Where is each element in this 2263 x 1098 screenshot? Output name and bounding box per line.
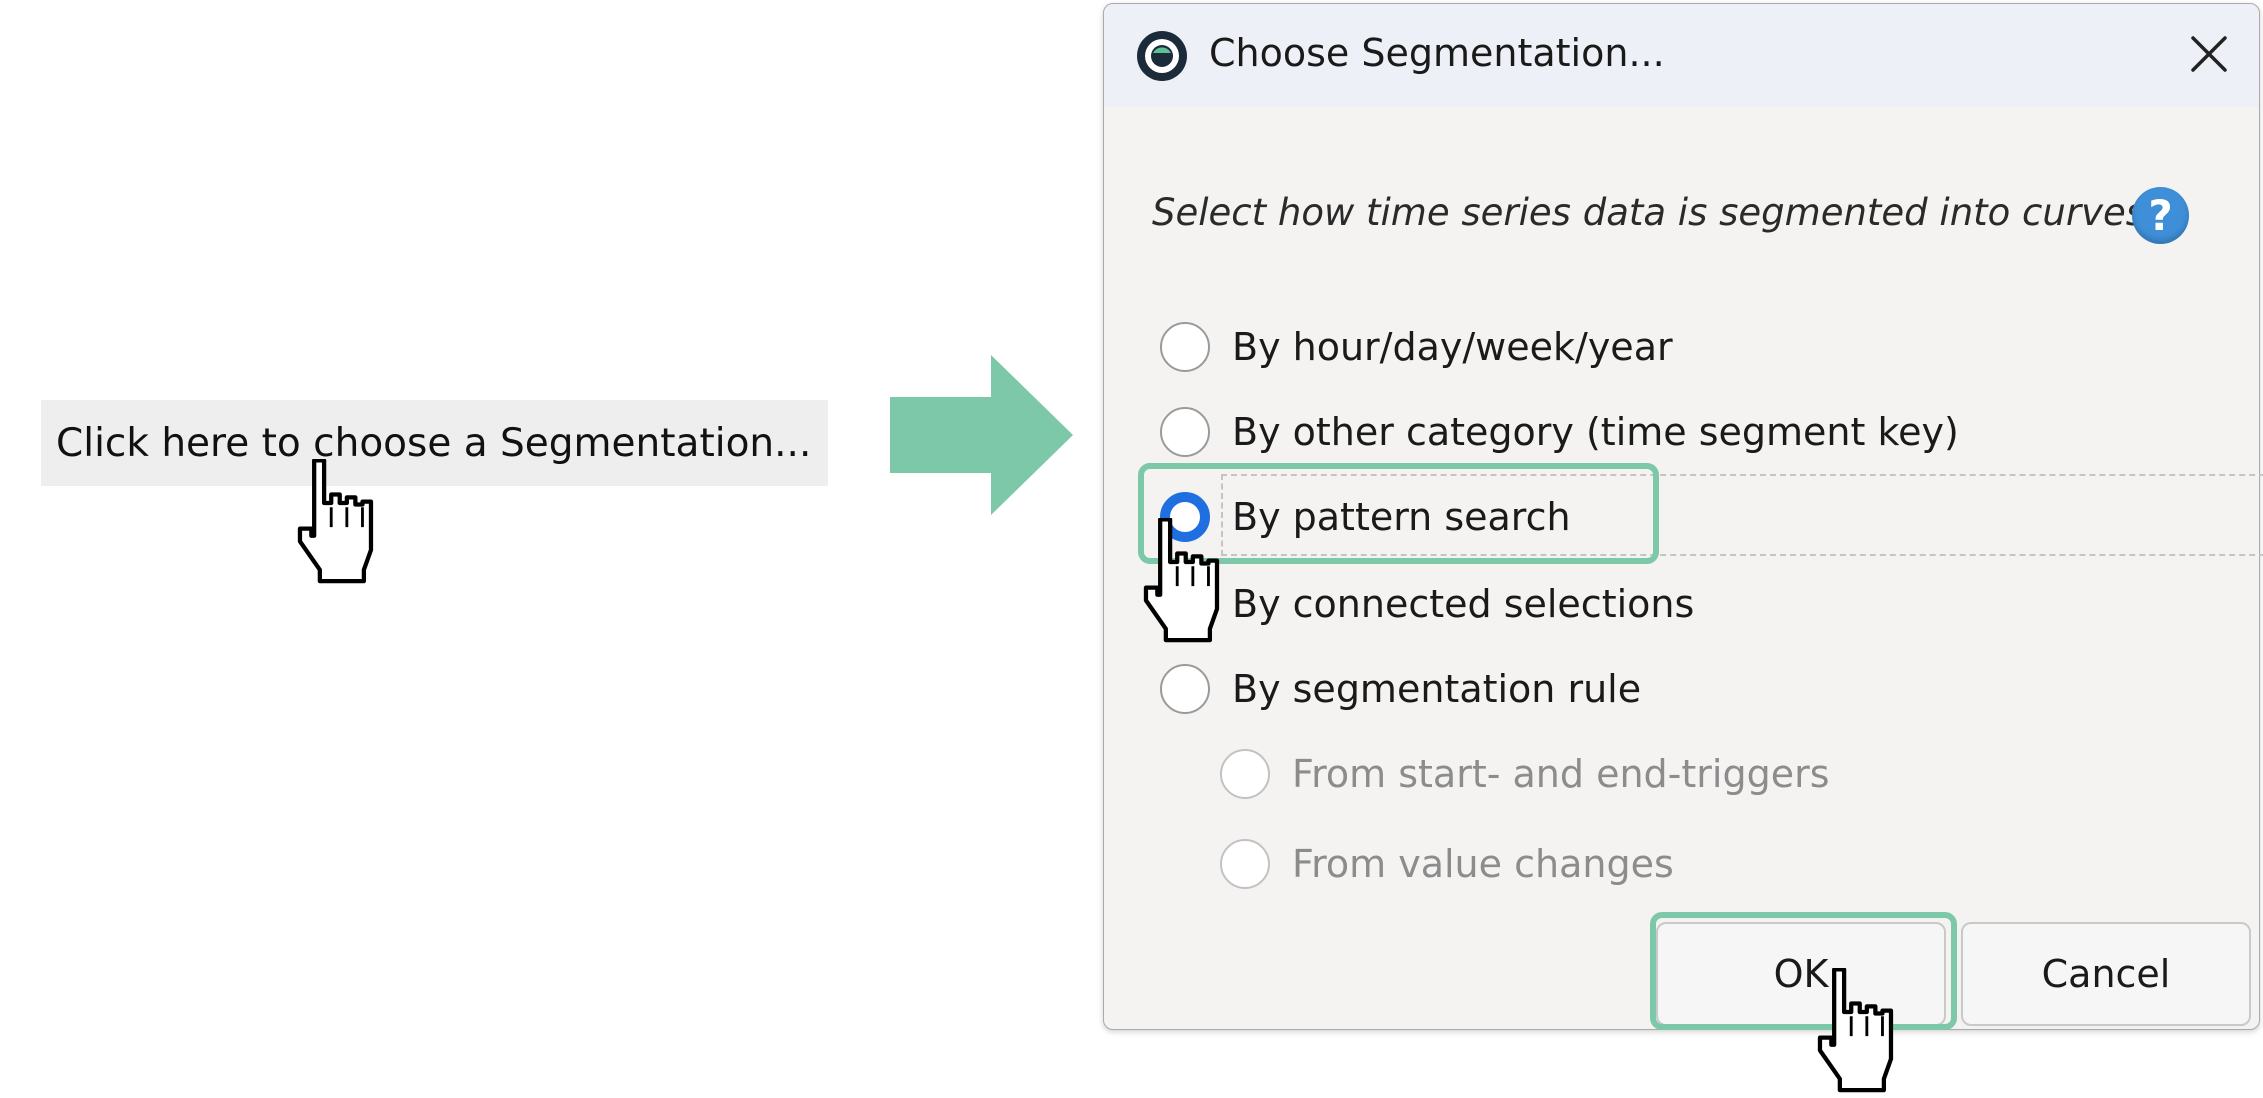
option-by-pattern-search[interactable]: By pattern search [1160, 487, 1571, 547]
close-icon[interactable] [2181, 26, 2237, 82]
radio-button[interactable] [1160, 322, 1210, 372]
radio-button-disabled[interactable] [1220, 749, 1270, 799]
radio-button-selected[interactable] [1160, 492, 1210, 542]
dialog-prompt: Select how time series data is segmented… [1152, 191, 2158, 234]
option-by-segmentation-rule[interactable]: By segmentation rule [1160, 659, 1641, 719]
segmentation-app-icon [1135, 29, 1189, 83]
radio-button[interactable] [1160, 407, 1210, 457]
radio-button[interactable] [1160, 664, 1210, 714]
dialog-titlebar: Choose Segmentation... [1104, 4, 2259, 107]
dialog-title: Choose Segmentation... [1209, 31, 1665, 75]
right-arrow-icon [890, 355, 1073, 515]
option-label: By connected selections [1232, 582, 1695, 626]
option-label: By segmentation rule [1232, 667, 1642, 711]
ok-button[interactable]: OK [1656, 922, 1946, 1026]
option-label: From start- and end-triggers [1292, 752, 1830, 796]
choose-segmentation-dialog: Choose Segmentation... Select how time s… [1103, 3, 2263, 1030]
option-by-connected-selections[interactable]: By connected selections [1160, 574, 1694, 634]
help-icon[interactable]: ? [2132, 187, 2189, 244]
option-label: By hour/day/week/year [1232, 325, 1673, 369]
option-from-start-end-triggers[interactable]: From start- and end-triggers [1220, 744, 1830, 804]
option-label: By other category (time segment key) [1232, 410, 1959, 454]
option-from-value-changes[interactable]: From value changes [1220, 834, 1674, 894]
option-label: By pattern search [1232, 495, 1571, 539]
radio-button-disabled[interactable] [1220, 839, 1270, 889]
radio-button[interactable] [1160, 579, 1210, 629]
cancel-button[interactable]: Cancel [1961, 922, 2251, 1026]
choose-segmentation-button[interactable]: Click here to choose a Segmentation... [41, 400, 828, 486]
option-by-other-category[interactable]: By other category (time segment key) [1160, 402, 1959, 462]
option-by-hour-day-week-year[interactable]: By hour/day/week/year [1160, 317, 1673, 377]
option-label: From value changes [1292, 842, 1674, 886]
